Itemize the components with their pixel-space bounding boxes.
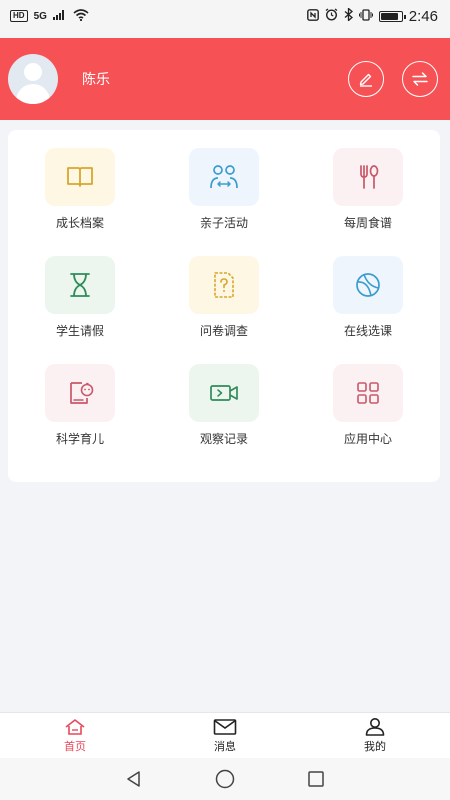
nav-item-messages[interactable]: 消息 — [150, 713, 300, 758]
grid-item-questionnaire[interactable]: 问卷调查 — [152, 256, 296, 364]
recents-icon[interactable] — [306, 769, 326, 789]
mail-icon — [213, 718, 237, 735]
wifi-icon — [73, 8, 89, 24]
icon-box — [45, 364, 115, 422]
grid-label: 应用中心 — [343, 432, 392, 446]
hourglass-icon — [70, 273, 90, 297]
system-nav-bar — [0, 758, 450, 800]
status-bar-right: 2:46 — [306, 6, 438, 25]
battery-icon — [378, 10, 406, 22]
home-circle-icon[interactable] — [214, 768, 236, 790]
grid-label: 学生请假 — [55, 324, 104, 338]
grid-item-observation-record[interactable]: 观察记录 — [152, 364, 296, 472]
grid-item-student-leave[interactable]: 学生请假 — [8, 256, 152, 364]
back-icon[interactable] — [124, 769, 144, 789]
user-icon — [365, 718, 385, 736]
grid-item-scientific-parenting[interactable]: 科学育儿 — [8, 364, 152, 472]
hd-badge: HD — [10, 10, 28, 22]
nav-item-mine[interactable]: 我的 — [300, 713, 450, 758]
status-bar: HD 5G 2:46 — [0, 0, 450, 32]
grid-item-growth-archive[interactable]: 成长档案 — [8, 148, 152, 256]
parent-child-icon — [210, 165, 238, 189]
baby-book-icon — [70, 382, 94, 404]
bottom-nav: 首页 消息 我的 — [0, 712, 450, 758]
nav-item-home[interactable]: 首页 — [0, 713, 150, 758]
vibrate-icon — [358, 8, 373, 25]
apps-grid-icon — [357, 382, 379, 404]
feature-grid: 成长档案 亲子活动 每周食谱 学生请假 问卷调查 在线选课 科学育儿 观察记录 … — [8, 130, 440, 482]
alarm-icon — [325, 7, 338, 25]
bluetooth-icon — [344, 6, 353, 25]
nav-label-messages: 消息 — [214, 739, 236, 753]
grid-item-online-course[interactable]: 在线选课 — [296, 256, 440, 364]
avatar[interactable] — [8, 54, 58, 104]
grid-label: 亲子活动 — [199, 216, 248, 230]
book-icon — [67, 167, 93, 187]
signal-icon — [52, 9, 67, 23]
ball-icon — [356, 273, 380, 297]
switch-icon — [412, 72, 428, 86]
grid-label: 观察记录 — [199, 432, 248, 446]
icon-box — [45, 148, 115, 206]
user-name: 陈乐 — [82, 72, 110, 88]
clock-time: 2:46 — [408, 7, 438, 25]
video-icon — [210, 385, 238, 401]
icon-box — [189, 148, 259, 206]
grid-item-parent-child-activity[interactable]: 亲子活动 — [152, 148, 296, 256]
switch-button[interactable] — [402, 61, 438, 97]
nfc-icon — [306, 8, 319, 25]
profile-header: 陈乐 — [0, 38, 450, 120]
grid-label: 成长档案 — [55, 216, 104, 230]
question-doc-icon — [214, 272, 234, 298]
grid-label: 问卷调查 — [199, 324, 248, 338]
icon-box — [189, 256, 259, 314]
edit-button[interactable] — [348, 61, 384, 97]
status-bar-left: HD 5G — [10, 8, 89, 24]
grid-item-app-center[interactable]: 应用中心 — [296, 364, 440, 472]
grid-label: 科学育儿 — [55, 432, 104, 446]
icon-box — [333, 364, 403, 422]
icon-box — [333, 148, 403, 206]
network-label: 5G — [33, 10, 47, 22]
edit-icon — [359, 73, 372, 87]
grid-item-weekly-recipe[interactable]: 每周食谱 — [296, 148, 440, 256]
header-actions — [348, 61, 438, 97]
fork-spoon-icon — [360, 165, 379, 189]
grid-label: 在线选课 — [343, 324, 392, 338]
grid-label: 每周食谱 — [343, 216, 392, 230]
icon-box — [189, 364, 259, 422]
nav-label-mine: 我的 — [364, 740, 386, 753]
icon-box — [45, 256, 115, 314]
home-icon — [65, 718, 85, 735]
nav-label-home: 首页 — [64, 739, 86, 753]
icon-box — [333, 256, 403, 314]
